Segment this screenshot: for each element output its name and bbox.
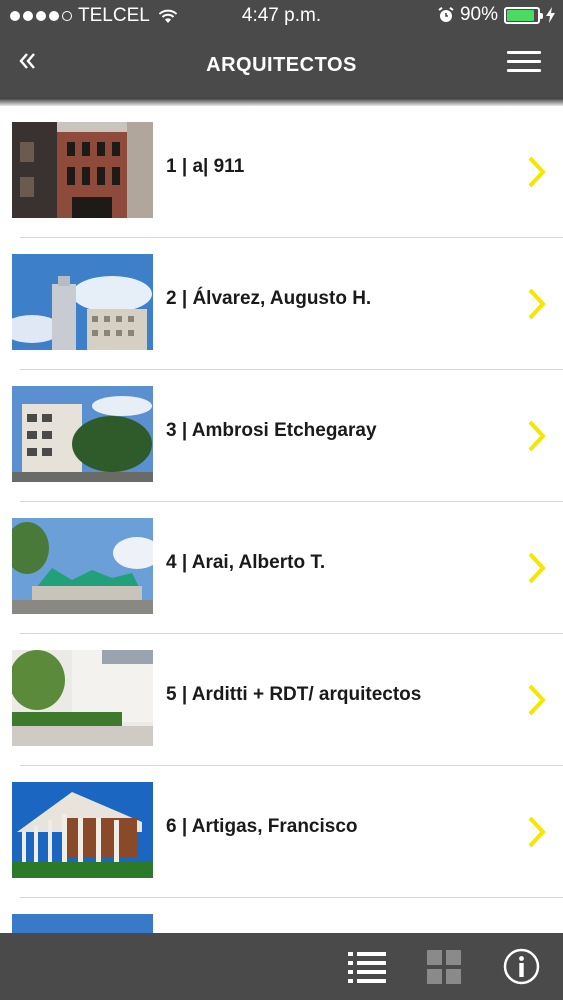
list-item-label: 5 | Arditti + RDT/ arquitectos xyxy=(166,684,422,705)
navigation-bar: ARQUITECTOS xyxy=(0,32,563,98)
chevron-right-icon xyxy=(528,420,546,452)
thumbnail-image xyxy=(12,650,153,746)
chevron-right-icon xyxy=(528,288,546,320)
chevron-right-icon xyxy=(528,552,546,584)
chevron-right-icon xyxy=(528,156,546,188)
thumbnail-image xyxy=(12,518,153,614)
info-icon[interactable] xyxy=(503,948,540,985)
list-item-label: 2 | Álvarez, Augusto H. xyxy=(166,288,372,309)
grid-view-icon[interactable] xyxy=(427,950,461,984)
list-item[interactable]: 2 | Álvarez, Augusto H. xyxy=(0,238,563,370)
list-item[interactable]: 1 | a| 911 xyxy=(0,106,563,238)
alarm-icon xyxy=(438,7,454,22)
header-shadow xyxy=(0,98,563,106)
list-item[interactable]: 5 | Arditti + RDT/ arquitectos xyxy=(0,634,563,766)
hamburger-menu-icon xyxy=(507,51,541,54)
charging-icon xyxy=(546,7,555,23)
battery-icon xyxy=(504,6,543,24)
chevron-right-icon xyxy=(528,684,546,716)
thumbnail-image xyxy=(12,914,153,933)
page-title: ARQUITECTOS xyxy=(206,54,357,76)
list-item-label: 4 | Arai, Alberto T. xyxy=(166,552,326,573)
chevron-right-icon xyxy=(528,816,546,848)
thumbnail-image xyxy=(12,254,153,350)
architect-list: 1 | a| 911 2 | Álvarez, Augusto H. 3 | A… xyxy=(0,106,563,933)
list-item[interactable]: 3 | Ambrosi Etchegaray xyxy=(0,370,563,502)
thumbnail-image xyxy=(12,122,153,218)
list-item[interactable] xyxy=(0,898,563,933)
thumbnail-image xyxy=(12,386,153,482)
list-item[interactable]: 4 | Arai, Alberto T. xyxy=(0,502,563,634)
menu-button[interactable] xyxy=(507,51,541,77)
status-bar: TELCEL 4:47 p.m. 90% xyxy=(0,0,563,32)
list-item-label: 6 | Artigas, Francisco xyxy=(166,816,358,837)
thumbnail-image xyxy=(12,782,153,878)
battery-percent: 90% xyxy=(459,4,498,25)
list-item-label: 3 | Ambrosi Etchegaray xyxy=(166,420,377,441)
list-item-label: 1 | a| 911 xyxy=(166,156,245,177)
list-view-icon[interactable] xyxy=(348,950,386,984)
bottom-tab-bar xyxy=(0,933,563,1000)
status-right: 90% xyxy=(438,4,555,26)
list-item[interactable]: 6 | Artigas, Francisco xyxy=(0,766,563,898)
